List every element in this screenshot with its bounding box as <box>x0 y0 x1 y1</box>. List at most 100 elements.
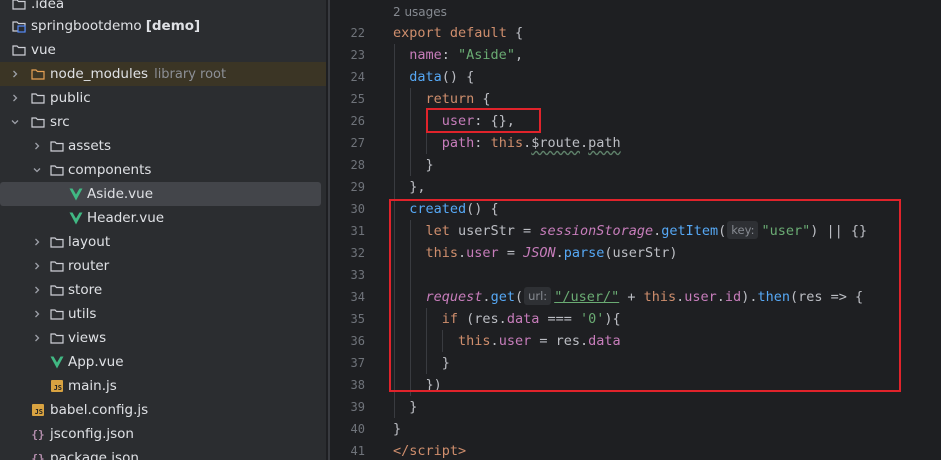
chevron-right-icon[interactable] <box>8 86 22 110</box>
splitter-line <box>328 0 330 460</box>
folder-icon <box>50 163 64 177</box>
tree-item-label: jsconfig.json <box>50 426 134 442</box>
line-number: 26 <box>350 114 365 128</box>
json-file-icon: {} <box>31 427 45 441</box>
vue-icon <box>69 211 83 225</box>
code-line: }, <box>409 179 426 195</box>
tree-item-layout[interactable]: layout <box>0 230 326 254</box>
tree-item-label: router <box>68 258 110 274</box>
tree-item-label: springbootdemo <box>31 18 142 34</box>
folder-icon <box>12 43 26 57</box>
folder-icon <box>31 91 45 105</box>
tree-item-views[interactable]: views <box>0 326 326 350</box>
code-line: </script> <box>393 443 467 459</box>
code-line: this.user = JSON.parse(userStr) <box>425 245 678 261</box>
code-line: data() { <box>409 69 475 85</box>
tree-item-aside-vue[interactable]: Aside.vue <box>0 182 321 206</box>
tree-item-app-vue[interactable]: App.vue <box>0 350 326 374</box>
tree-item-label: babel.config.js <box>50 402 149 418</box>
tree-item-label: App.vue <box>68 354 124 370</box>
tree-item-label: utils <box>68 306 97 322</box>
line-number: 25 <box>350 92 365 106</box>
code-line: } <box>409 399 418 415</box>
tree-item-assets[interactable]: assets <box>0 134 326 158</box>
folder-icon <box>50 283 64 297</box>
folder-icon <box>50 139 64 153</box>
line-number: 35 <box>350 312 365 326</box>
parameter-hint: key: <box>727 221 759 239</box>
chevron-right-icon[interactable] <box>30 134 44 158</box>
tree-item-label: layout <box>68 234 111 250</box>
tree-item-label: store <box>68 282 103 298</box>
code-line: if (res.data === '0'){ <box>441 311 621 327</box>
code-line: export default { <box>393 25 524 41</box>
line-number: 39 <box>350 400 365 414</box>
tree-item-public[interactable]: public <box>0 86 326 110</box>
tree-item-label: views <box>68 330 107 346</box>
chevron-right-icon[interactable] <box>30 278 44 302</box>
tree-item-components[interactable]: components <box>0 158 326 182</box>
line-number: 29 <box>350 180 365 194</box>
chevron-down-icon[interactable] <box>8 110 22 134</box>
tree-item-store[interactable]: store <box>0 278 326 302</box>
project-tree: .idea springbootdemo [demo] vue node_modu… <box>0 0 326 460</box>
folder-icon <box>50 235 64 249</box>
tree-item-label: assets <box>68 138 111 154</box>
code-line: let userStr = sessionStorage.getItem(key… <box>425 221 868 239</box>
tree-item-utils[interactable]: utils <box>0 302 326 326</box>
line-number: 33 <box>350 268 365 282</box>
code-line: user: {}, <box>441 113 515 129</box>
chevron-down-icon[interactable] <box>30 158 44 182</box>
code-line: path: this.$route.path <box>441 135 621 151</box>
tree-item-label: node_modules <box>50 66 149 82</box>
line-number: 24 <box>350 70 365 84</box>
chevron-right-icon[interactable] <box>30 230 44 254</box>
code-line: } <box>393 421 402 437</box>
tree-item-label: main.js <box>68 378 117 394</box>
line-number: 27 <box>350 136 365 150</box>
tree-item-jsconfig[interactable]: {} jsconfig.json <box>0 422 326 446</box>
line-number: 38 <box>350 378 365 392</box>
vue-icon <box>69 187 83 201</box>
tree-item-springbootdemo[interactable]: springbootdemo [demo] <box>0 14 326 38</box>
parameter-hint: url: <box>524 287 552 305</box>
library-root-hint: library root <box>154 67 227 82</box>
code-line: request.get(url: "/user/" + this.user.id)… <box>425 287 864 305</box>
code-editor[interactable]: 2 usages 22 23 24 25 26 27 28 29 30 31 3… <box>333 0 941 460</box>
vue-icon <box>50 355 64 369</box>
tree-item-router[interactable]: router <box>0 254 326 278</box>
tree-item-header-vue[interactable]: Header.vue <box>0 206 326 230</box>
code-line: } <box>425 157 434 173</box>
code-line: name: "Aside", <box>409 47 524 63</box>
line-number: 28 <box>350 158 365 172</box>
js-file-icon: JS <box>50 379 64 393</box>
module-name-badge: [demo] <box>145 18 201 34</box>
tree-item-package-json[interactable]: {} package.json <box>0 446 326 460</box>
tree-item-label: vue <box>31 42 56 58</box>
line-number: 32 <box>350 246 365 260</box>
line-number: 30 <box>350 202 365 216</box>
folder-icon <box>31 67 45 81</box>
chevron-right-icon[interactable] <box>30 326 44 350</box>
code-line: } <box>441 355 450 371</box>
folder-icon <box>50 307 64 321</box>
folder-icon <box>31 115 45 129</box>
tree-item-vue[interactable]: vue <box>0 38 326 62</box>
chevron-right-icon[interactable] <box>30 302 44 326</box>
js-file-icon: JS <box>31 403 45 417</box>
line-number: 36 <box>350 334 365 348</box>
folder-icon <box>50 259 64 273</box>
tree-item-babel-config[interactable]: JS babel.config.js <box>0 398 326 422</box>
line-number: 41 <box>350 444 365 458</box>
chevron-right-icon[interactable] <box>30 254 44 278</box>
usages-hint[interactable]: 2 usages <box>393 2 447 22</box>
tree-item-src[interactable]: src <box>0 110 326 134</box>
folder-icon <box>50 331 64 345</box>
chevron-right-icon[interactable] <box>8 62 22 86</box>
code-line: this.user = res.data <box>458 333 621 349</box>
tree-item-node-modules[interactable]: node_modules library root <box>0 62 326 86</box>
tree-item-main-js[interactable]: JS main.js <box>0 374 326 398</box>
line-number: 37 <box>350 356 365 370</box>
module-icon <box>12 19 26 33</box>
line-number: 31 <box>350 224 365 238</box>
